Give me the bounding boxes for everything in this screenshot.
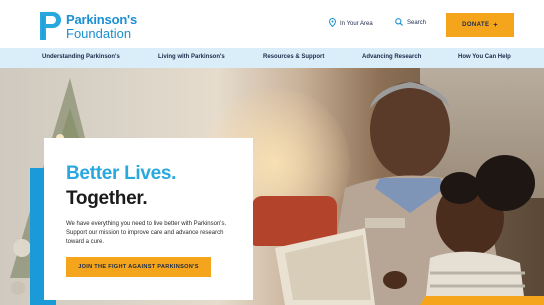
location-pin-icon [328, 17, 340, 29]
main-nav: Understanding Parkinson's Living with Pa… [0, 48, 544, 68]
hero-headline-primary: Better Lives. [66, 163, 177, 184]
plus-icon: + [493, 21, 498, 29]
join-the-fight-button[interactable]: JOIN THE FIGHT AGAINST PARKINSON'S [66, 257, 211, 277]
hero-headline-secondary: Together. [66, 188, 148, 209]
logo-sub: Foundation [66, 25, 132, 41]
nav-item-resources-support[interactable]: Resources & Support [263, 54, 324, 60]
logo-text: Parkinson's Foundation [66, 13, 137, 40]
page: Parkinson's Foundation In Your Area Sear… [0, 0, 544, 305]
hero-body-text: We have everything you need to live bett… [66, 221, 227, 245]
search-label: Search [407, 20, 427, 26]
nav-item-how-you-can-help[interactable]: How You Can Help [458, 54, 511, 60]
donate-label: DONATE [462, 22, 490, 28]
in-your-area-label: In Your Area [340, 20, 373, 27]
nav-item-advancing-research[interactable]: Advancing Research [362, 54, 421, 60]
search-link[interactable]: Search [395, 18, 426, 28]
donate-button[interactable]: DONATE + [446, 13, 514, 37]
hero-photo-family [275, 82, 535, 305]
nav-item-living-with-parkinsons[interactable]: Living with Parkinson's [158, 54, 225, 60]
parkinsons-logo-icon [40, 12, 62, 40]
in-your-area-link[interactable]: In Your Area [328, 17, 373, 29]
search-icon [395, 18, 407, 28]
site-logo[interactable]: Parkinson's Foundation [40, 11, 137, 41]
accent-yellow-bar [420, 296, 544, 305]
site-header: Parkinson's Foundation In Your Area Sear… [0, 0, 544, 46]
nav-item-understanding-parkinsons[interactable]: Understanding Parkinson's [42, 54, 120, 60]
logo-name: Parkinson's [66, 11, 137, 27]
hero-card: Better Lives. Together. We have everythi… [44, 138, 253, 300]
